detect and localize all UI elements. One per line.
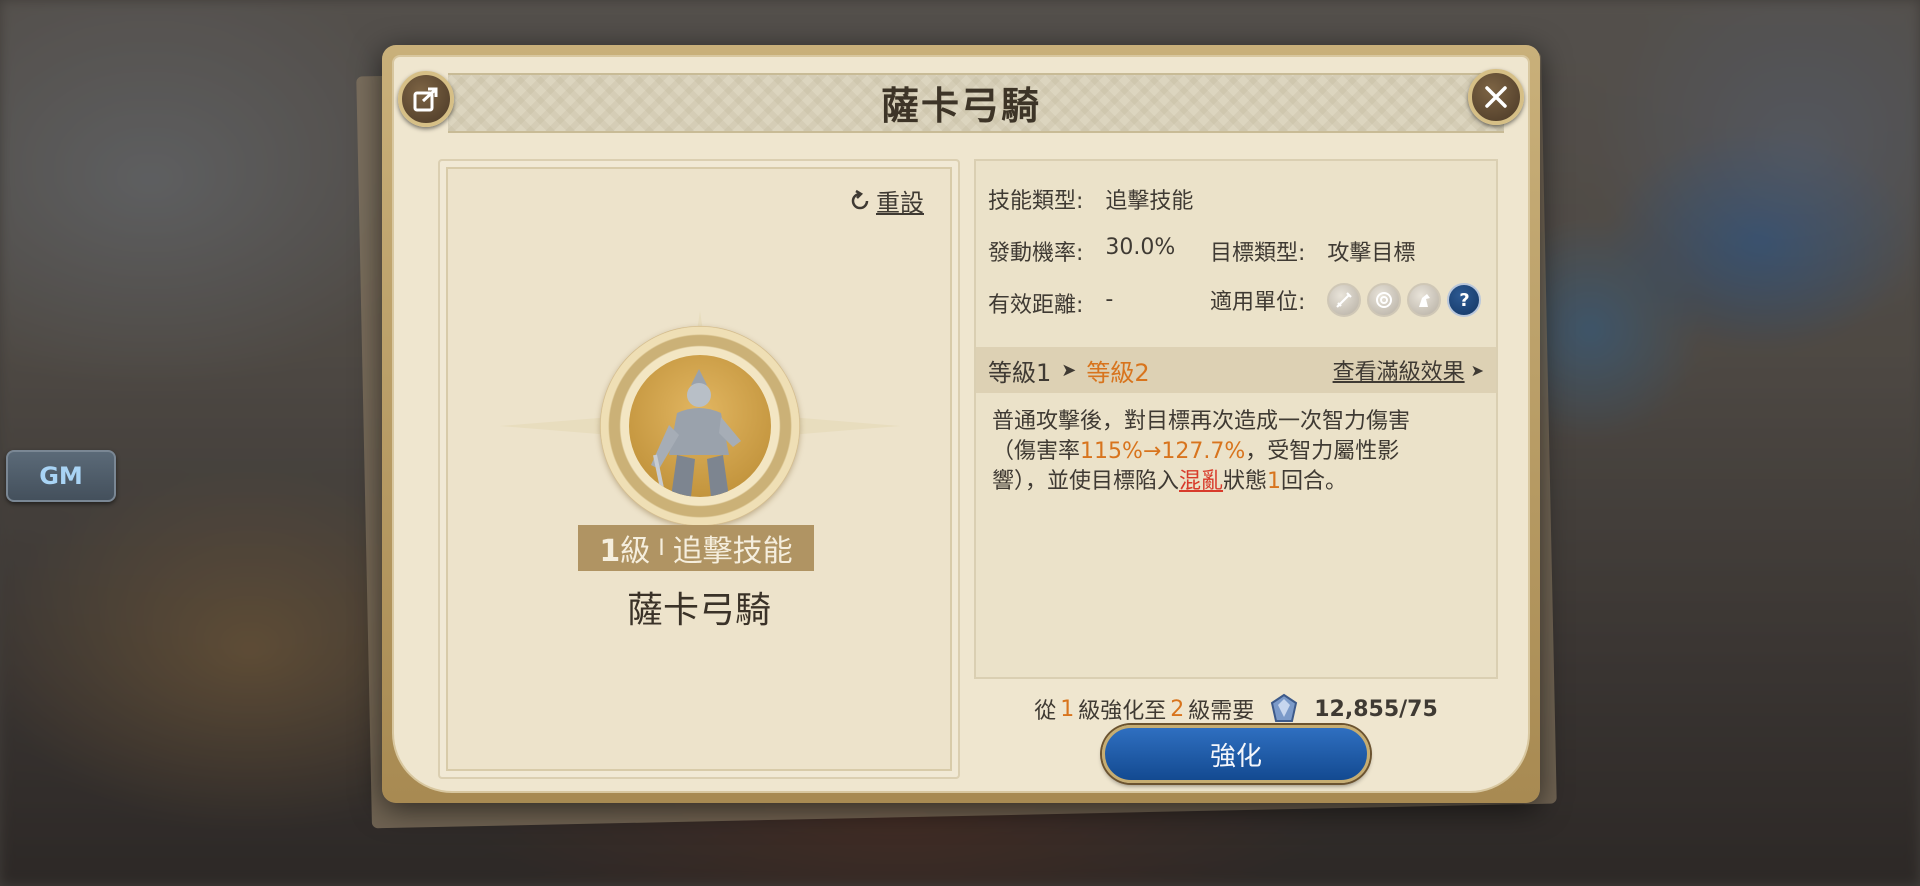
upgrade-cost-row: 從 1 級強化至 2 級需要 12,855/75 [974, 689, 1498, 729]
range-value: - [1105, 287, 1114, 312]
desc-turns: 1 [1267, 469, 1282, 494]
desc-status-link[interactable]: 混亂 [1179, 469, 1223, 494]
desc-text-4: 回合。 [1281, 469, 1348, 494]
close-icon [1485, 86, 1507, 108]
skill-portrait-panel: 重設 1級 I 追擊技能 薩卡弓騎 [438, 159, 960, 779]
cost-value: 12,855/75 [1314, 696, 1438, 722]
skill-level-unit: 級 [620, 534, 651, 569]
cost-text-2: 級需要 [1188, 699, 1255, 724]
view-max-level-link[interactable]: 查看滿級效果 [1333, 354, 1465, 386]
skill-detail-dialog: 薩卡弓騎 重設 1級 I 追擊技能 薩卡弓騎 技能類型: 追擊技能 發動機率: … [382, 45, 1540, 803]
skill-description: 普通攻擊後，對目標再次造成一次智力傷害（傷害率115%→127.7%，受智力屬性… [992, 407, 1452, 497]
skill-book-icon [1271, 693, 1298, 722]
skill-medallion [600, 326, 800, 526]
skill-level-number: 1 [599, 534, 621, 569]
dialog-body: 薩卡弓騎 重設 1級 I 追擊技能 薩卡弓騎 技能類型: 追擊技能 發動機率: … [392, 55, 1530, 793]
skill-type-tag: 追擊技能 [672, 534, 793, 569]
refresh-icon [851, 189, 869, 209]
archer-unit-icon[interactable] [1367, 283, 1402, 317]
skill-type-row: 技能類型: 追擊技能 [988, 183, 1193, 215]
cavalry-unit-icon[interactable] [1407, 283, 1442, 317]
trigger-rate-row: 發動機率: 30.0% [988, 235, 1175, 267]
sword-unit-icon[interactable] [1327, 283, 1362, 317]
skill-name: 薩卡弓騎 [626, 590, 771, 631]
range-row: 有效距離: - [988, 287, 1113, 319]
desc-damage-rate: 115%→127.7% [1080, 439, 1246, 464]
skill-type-value: 追擊技能 [1105, 189, 1194, 214]
desc-text-3: 狀態 [1223, 469, 1268, 494]
reset-label: 重設 [876, 189, 924, 217]
next-level: 等級2 [1086, 358, 1150, 387]
level-comparison-bar: 等級1 ➤ 等級2 查看滿級效果 ➤ [976, 347, 1496, 393]
dialog-title: 薩卡弓騎 [880, 84, 1041, 128]
skill-info-panel: 技能類型: 追擊技能 發動機率: 30.0% 目標類型: 攻擊目標 有效距離: … [974, 159, 1498, 679]
cost-text-1: 級強化至 [1078, 699, 1167, 724]
skill-tag-separator: I [658, 535, 665, 561]
cost-from-level: 1 [1060, 696, 1075, 722]
archer-portrait [629, 355, 771, 497]
current-level: 等級1 [988, 358, 1052, 387]
chevron-right-icon: ➤ [1470, 360, 1484, 380]
units-row: 適用單位: ? [1210, 283, 1482, 317]
reset-button[interactable]: 重設 [848, 183, 924, 218]
upgrade-button[interactable]: 強化 [1102, 725, 1370, 783]
skill-type-key: 技能類型: [988, 189, 1084, 214]
unit-icons: ? [1327, 283, 1482, 317]
cost-to-level: 2 [1170, 696, 1185, 722]
range-key: 有效距離: [988, 293, 1084, 318]
share-icon [413, 87, 438, 112]
trigger-rate-value: 30.0% [1105, 235, 1176, 260]
share-button[interactable] [398, 71, 454, 127]
skill-level-tag: 1級 I 追擊技能 [578, 525, 814, 571]
gm-button[interactable]: GM [6, 450, 116, 502]
armored-rider-icon [651, 369, 741, 497]
help-icon[interactable]: ? [1447, 283, 1482, 317]
close-button[interactable] [1468, 69, 1524, 125]
target-type-value: 攻擊目標 [1327, 241, 1416, 266]
units-key: 適用單位: [1210, 290, 1306, 315]
trigger-rate-key: 發動機率: [988, 241, 1084, 266]
cost-from-prefix: 從 [1034, 699, 1057, 724]
level-arrow-icon: ➤ [1061, 359, 1077, 381]
target-type-row: 目標類型: 攻擊目標 [1210, 235, 1415, 267]
target-type-key: 目標類型: [1210, 241, 1306, 266]
